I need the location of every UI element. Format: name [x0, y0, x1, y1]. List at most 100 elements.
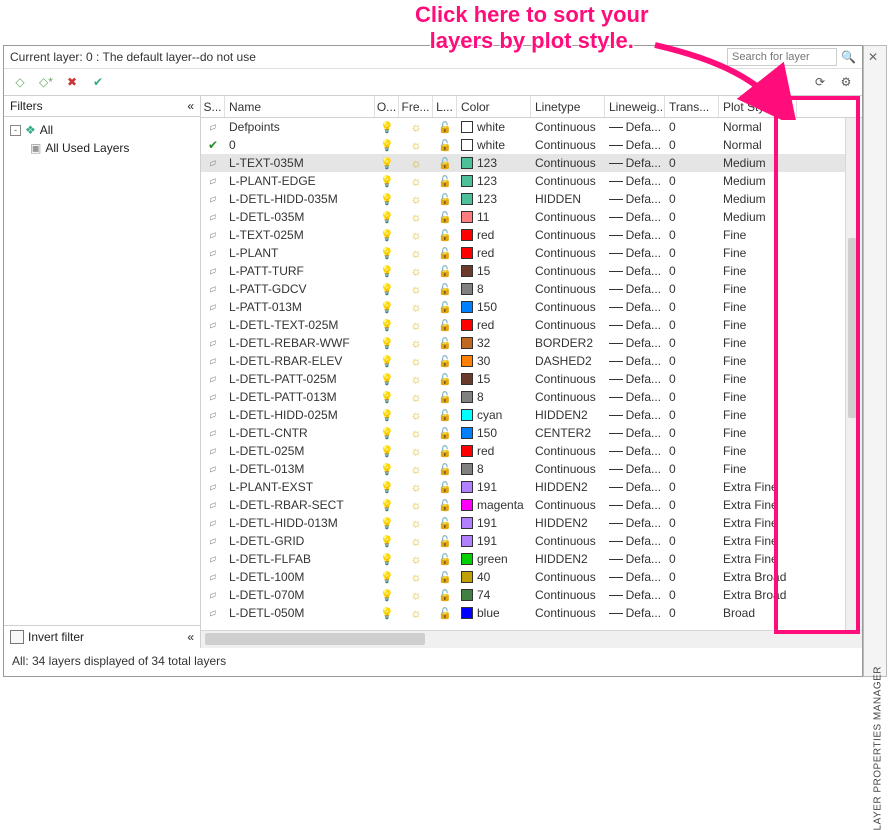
lock-cell[interactable]: 🔓	[433, 445, 457, 458]
color-cell[interactable]: 8	[457, 462, 531, 476]
new-layer-button[interactable]	[10, 72, 30, 92]
linetype-cell[interactable]: Continuous	[531, 318, 605, 332]
linetype-cell[interactable]: Continuous	[531, 156, 605, 170]
freeze-cell[interactable]: ☼	[399, 426, 433, 440]
table-row[interactable]: ▱L-PLANT💡☼🔓redContinuousDefa...0Fine	[201, 244, 862, 262]
transparency-cell[interactable]: 0	[665, 390, 719, 404]
on-cell[interactable]: 💡	[375, 211, 399, 224]
col-color[interactable]: Color	[457, 96, 531, 117]
lineweight-cell[interactable]: Defa...	[605, 516, 665, 530]
lock-cell[interactable]: 🔓	[433, 229, 457, 242]
name-cell[interactable]: L-DETL-035M	[225, 210, 375, 224]
lineweight-cell[interactable]: Defa...	[605, 552, 665, 566]
lock-cell[interactable]: 🔓	[433, 211, 457, 224]
status-cell[interactable]: ▱	[201, 374, 225, 385]
col-lineweight[interactable]: Lineweig...	[605, 96, 665, 117]
status-cell[interactable]: ▱	[201, 230, 225, 241]
on-cell[interactable]: 💡	[375, 445, 399, 458]
linetype-cell[interactable]: HIDDEN	[531, 192, 605, 206]
color-cell[interactable]: blue	[457, 606, 531, 620]
plot-style-cell[interactable]: Extra Broad	[719, 570, 797, 584]
linetype-cell[interactable]: Continuous	[531, 498, 605, 512]
table-row[interactable]: ▱L-DETL-REBAR-WWF💡☼🔓32BORDER2Defa...0Fin…	[201, 334, 862, 352]
status-cell[interactable]: ▱	[201, 590, 225, 601]
name-cell[interactable]: L-DETL-PATT-013M	[225, 390, 375, 404]
color-cell[interactable]: 191	[457, 516, 531, 530]
linetype-cell[interactable]: Continuous	[531, 390, 605, 404]
name-cell[interactable]: L-PLANT-EDGE	[225, 174, 375, 188]
lock-cell[interactable]: 🔓	[433, 517, 457, 530]
table-row[interactable]: ▱L-DETL-035M💡☼🔓11ContinuousDefa...0Mediu…	[201, 208, 862, 226]
lineweight-cell[interactable]: Defa...	[605, 390, 665, 404]
name-cell[interactable]: L-PATT-GDCV	[225, 282, 375, 296]
lineweight-cell[interactable]: Defa...	[605, 426, 665, 440]
table-row[interactable]: ▱L-DETL-100M💡☼🔓40ContinuousDefa...0Extra…	[201, 568, 862, 586]
grid-body[interactable]: ▱Defpoints💡☼🔓whiteContinuousDefa...0Norm…	[201, 118, 862, 630]
name-cell[interactable]: L-DETL-013M	[225, 462, 375, 476]
lock-cell[interactable]: 🔓	[433, 175, 457, 188]
refresh-button[interactable]	[810, 72, 830, 92]
name-cell[interactable]: L-TEXT-025M	[225, 228, 375, 242]
linetype-cell[interactable]: Continuous	[531, 228, 605, 242]
transparency-cell[interactable]: 0	[665, 534, 719, 548]
freeze-cell[interactable]: ☼	[399, 372, 433, 386]
linetype-cell[interactable]: Continuous	[531, 210, 605, 224]
lineweight-cell[interactable]: Defa...	[605, 354, 665, 368]
transparency-cell[interactable]: 0	[665, 426, 719, 440]
plot-style-cell[interactable]: Extra Fine	[719, 480, 797, 494]
plot-style-cell[interactable]: Fine	[719, 318, 797, 332]
on-cell[interactable]: 💡	[375, 139, 399, 152]
linetype-cell[interactable]: Continuous	[531, 246, 605, 260]
status-cell[interactable]: ▱	[201, 338, 225, 349]
table-row[interactable]: ▱L-DETL-HIDD-025M💡☼🔓cyanHIDDEN2Defa...0F…	[201, 406, 862, 424]
linetype-cell[interactable]: Continuous	[531, 606, 605, 620]
lock-cell[interactable]: 🔓	[433, 283, 457, 296]
status-cell[interactable]: ▱	[201, 356, 225, 367]
color-cell[interactable]: 11	[457, 210, 531, 224]
lock-cell[interactable]: 🔓	[433, 337, 457, 350]
plot-style-cell[interactable]: Fine	[719, 390, 797, 404]
transparency-cell[interactable]: 0	[665, 372, 719, 386]
freeze-cell[interactable]: ☼	[399, 408, 433, 422]
transparency-cell[interactable]: 0	[665, 444, 719, 458]
color-cell[interactable]: 30	[457, 354, 531, 368]
name-cell[interactable]: L-DETL-HIDD-013M	[225, 516, 375, 530]
on-cell[interactable]: 💡	[375, 553, 399, 566]
on-cell[interactable]: 💡	[375, 193, 399, 206]
name-cell[interactable]: L-DETL-FLFAB	[225, 552, 375, 566]
freeze-cell[interactable]: ☼	[399, 552, 433, 566]
on-cell[interactable]: 💡	[375, 409, 399, 422]
freeze-cell[interactable]: ☼	[399, 300, 433, 314]
lock-cell[interactable]: 🔓	[433, 139, 457, 152]
on-cell[interactable]: 💡	[375, 571, 399, 584]
collapse-filters-button-2[interactable]: «	[187, 630, 194, 644]
status-cell[interactable]: ▱	[201, 446, 225, 457]
color-cell[interactable]: 191	[457, 480, 531, 494]
freeze-cell[interactable]: ☼	[399, 480, 433, 494]
lock-cell[interactable]: 🔓	[433, 247, 457, 260]
horizontal-scrollbar[interactable]	[201, 630, 862, 648]
linetype-cell[interactable]: Continuous	[531, 570, 605, 584]
transparency-cell[interactable]: 0	[665, 246, 719, 260]
plot-style-cell[interactable]: Fine	[719, 228, 797, 242]
linetype-cell[interactable]: Continuous	[531, 372, 605, 386]
lock-cell[interactable]: 🔓	[433, 499, 457, 512]
on-cell[interactable]: 💡	[375, 499, 399, 512]
linetype-cell[interactable]: HIDDEN2	[531, 516, 605, 530]
table-row[interactable]: ▱L-DETL-TEXT-025M💡☼🔓redContinuousDefa...…	[201, 316, 862, 334]
col-linetype[interactable]: Linetype	[531, 96, 605, 117]
transparency-cell[interactable]: 0	[665, 336, 719, 350]
status-cell[interactable]: ▱	[201, 410, 225, 421]
status-cell[interactable]: ▱	[201, 518, 225, 529]
color-cell[interactable]: 15	[457, 264, 531, 278]
lineweight-cell[interactable]: Defa...	[605, 588, 665, 602]
status-cell[interactable]: ▱	[201, 248, 225, 259]
table-row[interactable]: ▱L-DETL-050M💡☼🔓blueContinuousDefa...0Bro…	[201, 604, 862, 622]
lock-cell[interactable]: 🔓	[433, 265, 457, 278]
status-cell[interactable]: ▱	[201, 158, 225, 169]
transparency-cell[interactable]: 0	[665, 552, 719, 566]
name-cell[interactable]: L-TEXT-035M	[225, 156, 375, 170]
lineweight-cell[interactable]: Defa...	[605, 138, 665, 152]
plot-style-cell[interactable]: Medium	[719, 156, 797, 170]
on-cell[interactable]: 💡	[375, 247, 399, 260]
